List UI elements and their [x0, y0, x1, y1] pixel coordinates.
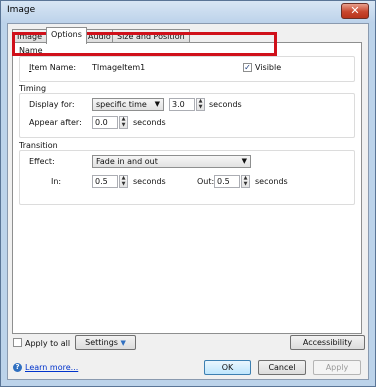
display-for-select[interactable]: specific time ▼ [92, 98, 164, 111]
in-label: In: [51, 177, 62, 186]
tab-options[interactable]: Options [46, 27, 87, 44]
visible-label: Visible [255, 63, 282, 72]
duration-input[interactable]: 3.0 [169, 98, 195, 111]
chevron-down-icon: ▼ [154, 100, 160, 108]
apply-to-all-checkbox[interactable] [13, 338, 22, 347]
fade-in-input[interactable]: 0.5 [92, 175, 118, 188]
display-for-label: Display for: [29, 100, 75, 109]
ok-button[interactable]: OK [204, 360, 251, 375]
title-bar[interactable]: Image ✕ [1, 1, 375, 23]
transition-group-label: Transition [19, 141, 58, 150]
dialog-client-area: Image Options Audio Size and Position Na… [7, 23, 369, 380]
apply-to-all-label: Apply to all [25, 339, 71, 348]
close-button[interactable]: ✕ [341, 3, 369, 19]
appear-after-spinner[interactable]: ▲ ▼ [119, 116, 128, 129]
help-icon[interactable]: ? [13, 363, 22, 372]
timing-group-label: Timing [19, 84, 47, 93]
learn-more-link[interactable]: Learn more... [25, 363, 78, 372]
display-for-value: specific time [96, 100, 147, 109]
window-title: Image [7, 5, 36, 15]
effect-select[interactable]: Fade in and out ▼ [92, 155, 251, 168]
chevron-down-icon: ▼ [241, 157, 247, 165]
settings-button[interactable]: Settings ▼ [75, 335, 136, 350]
item-name-input[interactable]: TImageItem1 [89, 61, 234, 74]
image-dialog-window: Image ✕ Image Options Audio Size and Pos… [0, 0, 376, 387]
item-name-label: Item Name: [29, 63, 77, 72]
appear-after-input[interactable]: 0.0 [92, 116, 118, 129]
fade-in-spinner[interactable]: ▲ ▼ [119, 175, 128, 188]
duration-unit: seconds [209, 100, 242, 109]
fade-out-input[interactable]: 0.5 [214, 175, 240, 188]
fade-in-unit: seconds [133, 177, 166, 186]
spin-down-icon[interactable]: ▼ [120, 181, 127, 188]
accessibility-button[interactable]: Accessibility [290, 335, 365, 350]
spin-down-icon[interactable]: ▼ [197, 104, 204, 111]
effect-label: Effect: [29, 157, 55, 166]
fade-out-spinner[interactable]: ▲ ▼ [241, 175, 250, 188]
appear-after-label: Appear after: [29, 118, 82, 127]
spin-down-icon[interactable]: ▼ [120, 122, 127, 129]
settings-label: Settings [85, 338, 118, 347]
duration-spinner[interactable]: ▲ ▼ [196, 98, 205, 111]
apply-button[interactable]: Apply [313, 360, 361, 375]
appear-after-unit: seconds [133, 118, 166, 127]
out-label: Out: [197, 177, 215, 186]
chevron-down-icon: ▼ [120, 339, 126, 347]
options-tab-panel: Name Item Name: TImageItem1 ✓ Visible Ti… [12, 42, 362, 334]
fade-out-unit: seconds [255, 177, 288, 186]
spin-down-icon[interactable]: ▼ [242, 181, 249, 188]
visible-checkbox[interactable]: ✓ [243, 63, 252, 72]
cancel-button[interactable]: Cancel [258, 360, 306, 375]
effect-value: Fade in and out [96, 157, 158, 166]
